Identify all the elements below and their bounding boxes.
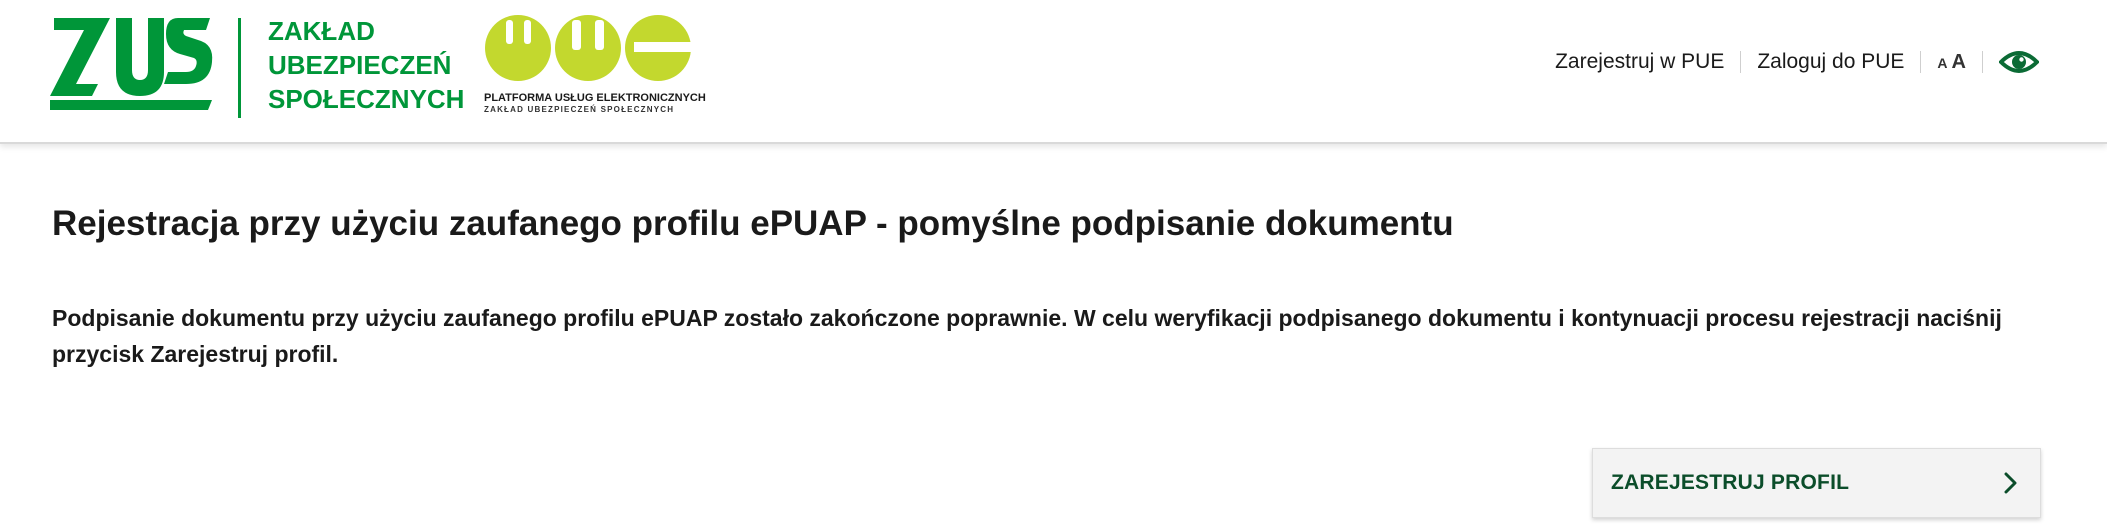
top-navigation: Zarejestruj w PUE Zaloguj do PUE A A [1539,46,2039,78]
institution-name-line: SPOŁECZNYCH [268,84,465,114]
eye-icon [1999,51,2039,73]
pue-caption: PLATFORMA USŁUG ELEKTRONICZNYCH ZAKŁAD U… [484,92,724,116]
zus-logo [50,18,213,110]
logo-divider [238,18,241,118]
login-to-pue-link[interactable]: Zaloguj do PUE [1741,50,1920,74]
font-size-small-button[interactable]: A [1937,55,1947,71]
high-contrast-button[interactable] [1983,48,2039,76]
chevron-right-icon [2004,472,2017,494]
register-profile-button-label: ZAREJESTRUJ PROFIL [1611,471,1850,494]
institution-name-line: UBEZPIECZEŃ [268,50,452,80]
institution-name-line: ZAKŁAD [268,16,375,46]
font-size-controls: A A [1921,51,1982,74]
pue-caption-title: PLATFORMA USŁUG ELEKTRONICZNYCH [484,92,706,104]
register-in-pue-link[interactable]: Zarejestruj w PUE [1539,50,1740,74]
register-profile-button[interactable]: ZAREJESTRUJ PROFIL [1592,448,2041,518]
success-message: Podpisanie dokumentu przy użyciu zaufane… [52,305,2002,367]
site-header: ZAKŁAD UBEZPIECZEŃ SPOŁECZNYCH PLATFORMA… [0,0,2107,144]
page-title: Rejestracja przy użyciu zaufanego profil… [52,204,1454,243]
institution-name: ZAKŁAD UBEZPIECZEŃ SPOŁECZNYCH [268,14,488,116]
font-size-large-button[interactable]: A [1952,51,1966,74]
pue-logo [485,15,692,81]
pue-caption-subtitle: ZAKŁAD UBEZPIECZEŃ SPOŁECZNYCH [484,105,675,114]
